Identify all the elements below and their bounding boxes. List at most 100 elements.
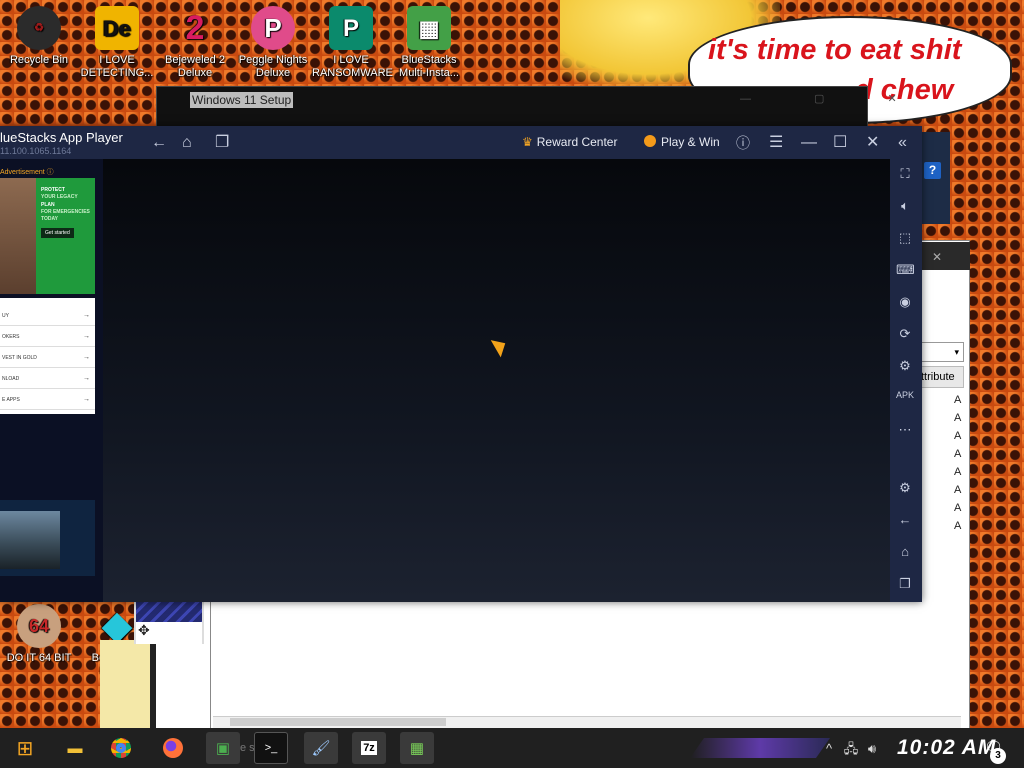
ad-list-label: VEST IN GOLD [2, 355, 37, 361]
windows-11-setup-title: Windows 11 Setup [190, 92, 294, 108]
bluestacks-icon[interactable]: ▦ [400, 732, 434, 764]
7zip-icon[interactable]: 7z [352, 732, 386, 764]
attribute-cell: A [954, 466, 962, 478]
volume-icon[interactable]: 🔊︎ [868, 741, 876, 756]
macro-icon[interactable]: ⚙ [896, 358, 914, 374]
background-window-strip [100, 640, 152, 730]
background-dropdown[interactable]: ▾ [920, 342, 964, 362]
recent-apps-icon[interactable]: ❐ [215, 134, 229, 152]
notification-badge: 3 [990, 748, 1006, 764]
attribute-cell: A [954, 484, 962, 496]
coin-icon [644, 135, 656, 147]
speech-bubble-line-1: it's time to eat shit [708, 34, 962, 66]
desktop-icon-label: Peggle Nights Deluxe [238, 54, 308, 79]
rotate-icon[interactable]: ⟳ [896, 326, 914, 342]
settings-icon[interactable]: ⚙ [896, 480, 914, 496]
attribute-column-header[interactable]: ttribute [920, 366, 964, 388]
desktop-icon-bejeweled-2[interactable]: 2 Bejeweled 2 Deluxe [156, 6, 234, 80]
desktop-icon-label: Bejeweled 2 Deluxe [165, 54, 225, 79]
attribute-cell: A [954, 430, 962, 442]
collapse-sidebar-icon[interactable]: « [898, 134, 907, 152]
desktop-icon-label: I LOVE DETECTING... [80, 54, 154, 79]
ad-list-label: E APPS [2, 397, 20, 403]
desktop-icon-de-app[interactable]: De I LOVE DETECTING... [78, 6, 156, 80]
start-icon[interactable]: ⊞ [8, 732, 42, 764]
scrollbar-thumb[interactable] [230, 718, 446, 726]
volume-icon[interactable]: 🔈︎ [896, 198, 914, 214]
desktop-icon-label: BlueStacks Multi-Insta... [399, 54, 459, 79]
ad-cta-button[interactable]: Get started [41, 228, 74, 238]
paint-icon[interactable]: 🖌︎ [304, 732, 338, 764]
taskbar-clock[interactable]: 10:02 AM [897, 736, 996, 760]
ad-list-item[interactable]: NLOAD → [0, 369, 95, 389]
reward-center-label: Reward Center [536, 135, 618, 149]
desktop-icon-recycle-bin[interactable]: ♻ Recycle Bin [0, 6, 78, 67]
arrow-right-icon: → [83, 354, 90, 361]
desktop-icon-bluestacks-multi[interactable]: ▦ BlueStacks Multi-Insta... [390, 6, 468, 80]
close-icon[interactable]: ✕ [866, 134, 879, 152]
bluestacks-sidebar [890, 159, 922, 602]
arrow-right-icon: → [83, 312, 90, 319]
move-icon[interactable]: ✥ [136, 622, 202, 644]
firefox-icon[interactable] [156, 732, 190, 764]
back-arrow-icon[interactable]: ← [151, 134, 167, 152]
desktop-icon-do-it-64-bit[interactable]: 64 DO IT 64 BIT [0, 604, 78, 665]
reward-center-button[interactable]: ♛ Reward Center [522, 135, 617, 149]
recents-icon[interactable]: ❐ [896, 576, 914, 592]
network-icon[interactable]: 🖧︎ [844, 741, 859, 756]
desktop-icon-peggle-nights[interactable]: P Peggle Nights Deluxe [234, 6, 312, 80]
recycle-bin-icon: ♻ [17, 6, 61, 50]
cursor-icon[interactable]: ⬚ [896, 230, 914, 246]
ad-label: Advertisement ⓘ [0, 169, 54, 176]
peggle-nights-icon: P [251, 6, 295, 50]
minimize-icon[interactable]: — [801, 134, 817, 152]
play-and-win-button[interactable]: Play & Win [644, 135, 720, 149]
chevron-up-icon[interactable]: ^ [826, 741, 832, 756]
help-icon[interactable]: ? [924, 162, 941, 179]
chrome-icon[interactable] [104, 732, 138, 764]
arrow-right-icon: → [83, 333, 90, 340]
menu-icon[interactable]: ☰ [769, 134, 783, 152]
ad-city-image[interactable] [0, 511, 60, 569]
taskbar-decoration [690, 738, 830, 758]
background-explorer-titlebar [918, 242, 970, 270]
ad-headline: FOR EMERGENCIES [41, 209, 90, 215]
ad-list-label: UY [2, 313, 9, 319]
bluestacks-titlebar[interactable] [0, 126, 922, 159]
attribute-cell: A [954, 412, 962, 424]
publisher-icon: P [329, 6, 373, 50]
ad-headline: YOUR LEGACY [41, 194, 78, 200]
bluestacks-title: lueStacks App Player [0, 130, 123, 145]
more-icon[interactable]: ⋯ [896, 422, 914, 438]
home-icon[interactable]: ⌂ [182, 134, 192, 152]
crown-icon: ♛ [522, 135, 533, 149]
ad-headline: TODAY [41, 216, 58, 222]
back-icon[interactable]: ← [896, 512, 914, 527]
ad-list-item[interactable]: E APPS → [0, 390, 95, 410]
help-icon[interactable]: ⓘ [736, 134, 750, 152]
record-icon[interactable]: ◉ [896, 294, 914, 310]
apk-install-icon[interactable]: APK [896, 390, 914, 400]
keyboard-icon[interactable]: ⌨ [896, 262, 915, 278]
windows-11-setup-controls[interactable]: — ▢ ✕ [740, 92, 927, 105]
attribute-cell: A [954, 502, 962, 514]
attribute-cell: A [954, 520, 962, 532]
desktop-icon-ransomware[interactable]: P I LOVE RANSOMWARE [312, 6, 393, 80]
setup-icon[interactable]: ▣ [206, 732, 240, 764]
close-icon[interactable]: ✕ [932, 250, 942, 264]
ad-list-item[interactable]: VEST IN GOLD → [0, 348, 95, 368]
home-icon[interactable]: ⌂ [896, 544, 914, 559]
ad-list-item[interactable]: OKERS → [0, 327, 95, 347]
system-tray[interactable]: ^ 🖧︎ 🔊︎ [826, 740, 876, 762]
terminal-icon[interactable]: >_ [254, 732, 288, 764]
fullscreen-icon[interactable]: ⛶ [896, 166, 914, 182]
maximize-icon[interactable]: ☐ [833, 134, 847, 152]
ad-headline: PROTECT [41, 187, 65, 193]
de-app-icon: De [95, 6, 139, 50]
ad-list-item[interactable]: UY → [0, 306, 95, 326]
emulator-screen[interactable] [103, 159, 890, 602]
bluestacks-version: 11.100.1065.1164 [0, 146, 72, 156]
file-explorer-icon[interactable]: ▬ [58, 732, 92, 764]
play-and-win-label: Play & Win [661, 135, 720, 149]
ad-list-label: NLOAD [2, 376, 20, 382]
